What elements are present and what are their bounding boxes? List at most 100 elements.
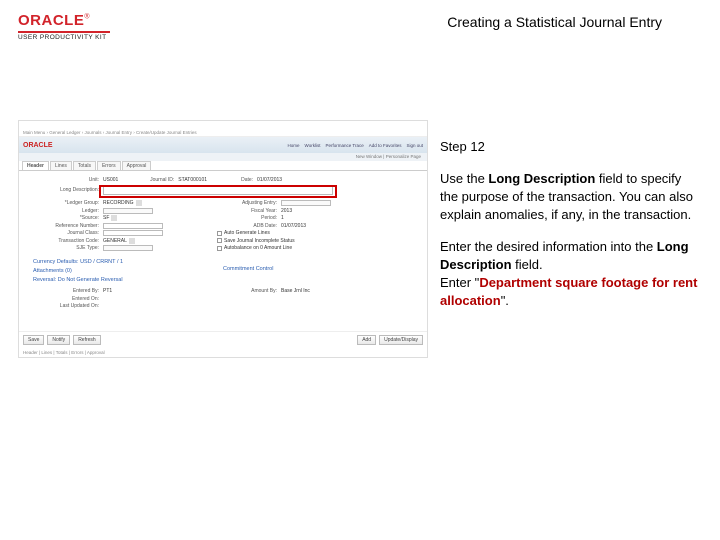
subbar: New Window | Personalize Page — [19, 153, 427, 161]
unit-value: US001 — [103, 177, 118, 183]
journal-id-label: Journal ID: — [118, 177, 178, 183]
page-title: Creating a Statistical Journal Entry — [447, 14, 662, 30]
form-columns: *Ledger Group:RECORDING Ledger: *Source:… — [27, 199, 419, 253]
ledger-group-label: *Ledger Group: — [27, 200, 103, 206]
app-logo: ORACLE — [23, 142, 53, 149]
entered-by-grid: Entered By:PT1 Entered On: Last Updated … — [27, 287, 419, 311]
period-label: Period: — [217, 215, 281, 221]
tabstrip: Header Lines Totals Errors Approval — [19, 161, 427, 171]
source-value: SF — [103, 215, 109, 221]
tcode-label: Transaction Code: — [27, 238, 103, 244]
journal-class-label: Journal Class: — [27, 230, 103, 236]
save-button[interactable]: Save — [23, 335, 44, 345]
tab-approval[interactable]: Approval — [122, 161, 152, 170]
last-updated-label: Last Updated On: — [27, 303, 103, 309]
ledger-group-value: RECORDING — [103, 200, 134, 206]
lookup-icon[interactable] — [111, 215, 117, 221]
instruction-panel: Step 12 Use the Long Description field t… — [440, 138, 702, 324]
source-label: *Source: — [27, 215, 103, 221]
autobalance-label: Autobalance on 0 Amount Line — [224, 245, 292, 251]
text: Enter the desired information into the — [440, 239, 657, 254]
notify-button[interactable]: Notify — [47, 335, 70, 345]
refno-label: Reference Number: — [27, 223, 103, 229]
autogen-checkbox[interactable] — [217, 231, 222, 236]
sje-type-dropdown[interactable] — [103, 245, 153, 251]
currency-defaults-link[interactable]: Currency Defaults: USD / CRRNT / 1 — [33, 259, 217, 265]
id-row: Unit: US001 Journal ID: STAT000101 Date:… — [27, 177, 419, 183]
brandbar-left: ORACLE — [23, 142, 53, 149]
entered-on-label: Entered On: — [27, 296, 103, 302]
breadcrumb: Main Menu › General Ledger › Journals › … — [19, 129, 427, 137]
nav-worklist[interactable]: Worklist — [305, 143, 321, 148]
tab-errors[interactable]: Errors — [97, 161, 121, 170]
form-col-a: *Ledger Group:RECORDING Ledger: *Source:… — [27, 199, 217, 253]
tcode-value: GENERAL — [103, 238, 127, 244]
oracle-logo: ORACLE® USER PRODUCTIVITY KIT — [18, 12, 118, 41]
form-col-b: Adjusting Entry: Fiscal Year:2013 Period… — [217, 199, 407, 253]
refno-field[interactable] — [103, 223, 163, 229]
lookup-icon[interactable] — [136, 200, 142, 206]
refresh-button[interactable]: Refresh — [73, 335, 101, 345]
save-incomplete-label: Save Journal Incomplete Status — [224, 238, 295, 244]
brandbar-right: Home Worklist Performance Trace Add to F… — [288, 143, 423, 148]
nav-perf-trace[interactable]: Performance Trace — [325, 143, 363, 148]
update-display-button[interactable]: Update/Display — [379, 335, 423, 345]
nav-home[interactable]: Home — [288, 143, 300, 148]
page-header: ORACLE® USER PRODUCTIVITY KIT Creating a… — [18, 12, 702, 40]
adb-date-value: 01/07/2013 — [281, 223, 306, 229]
window-chrome — [19, 121, 427, 129]
registered-icon: ® — [84, 14, 89, 21]
date-label: Date: — [207, 177, 257, 183]
text: field. — [512, 257, 543, 272]
date-value: 01/07/2013 — [257, 177, 282, 183]
nav-signout[interactable]: Sign out — [406, 143, 423, 148]
fiscal-year-label: Fiscal Year: — [217, 208, 281, 214]
nav-favorites[interactable]: Add to Favorites — [369, 143, 402, 148]
period-value: 1 — [281, 215, 284, 221]
adjusting-entry-label: Adjusting Entry: — [217, 200, 281, 206]
instruction-p1: Use the Long Description field to specif… — [440, 170, 702, 224]
tab-totals[interactable]: Totals — [73, 161, 96, 170]
adjusting-entry-dropdown[interactable] — [281, 200, 331, 206]
logo-underline — [18, 31, 110, 33]
action-bar: Save Notify Refresh Add Update/Display — [19, 331, 427, 348]
link-grid: Currency Defaults: USD / CRRNT / 1 Attac… — [27, 256, 419, 284]
ledger-label: Ledger: — [27, 208, 103, 214]
instruction-p2: Enter the desired information into the L… — [440, 238, 702, 310]
entered-by-label: Entered By: — [27, 288, 103, 294]
footer-links: Header | Lines | Totals | Errors | Appro… — [19, 348, 427, 357]
oracle-wordmark: ORACLE — [18, 12, 84, 29]
step-label: Step 12 — [440, 138, 702, 156]
fiscal-year-value: 2013 — [281, 208, 292, 214]
page: ORACLE® USER PRODUCTIVITY KIT Creating a… — [0, 0, 720, 540]
text: Use the — [440, 171, 488, 186]
commitment-control-link[interactable]: Commitment Control — [223, 266, 407, 272]
entered-by-value: PT1 — [103, 288, 112, 294]
journal-class-field[interactable] — [103, 230, 163, 236]
text: ". — [501, 293, 509, 308]
journal-id-value: STAT000101 — [178, 177, 207, 183]
field-name: Long Description — [488, 171, 595, 186]
long-description-label: Long Description: — [27, 187, 103, 193]
autobalance-checkbox[interactable] — [217, 246, 222, 251]
entry-value: Department square footage for rent alloc… — [440, 275, 697, 308]
sje-type-label: SJE Type: — [27, 245, 103, 251]
ledger-dropdown[interactable] — [103, 208, 153, 214]
autogen-label: Auto Generate Lines — [224, 230, 270, 236]
tab-header[interactable]: Header — [22, 161, 49, 170]
app-screenshot: Main Menu › General Ledger › Journals › … — [18, 120, 428, 358]
lookup-icon[interactable] — [129, 238, 135, 244]
adb-date-label: ADB Date: — [217, 223, 281, 229]
add-button[interactable]: Add — [357, 335, 376, 345]
amount-by-label: Amount By: — [217, 288, 281, 294]
tab-lines[interactable]: Lines — [50, 161, 72, 170]
app-brandbar: ORACLE Home Worklist Performance Trace A… — [19, 137, 427, 153]
upk-subtitle: USER PRODUCTIVITY KIT — [18, 34, 118, 41]
highlight-box — [99, 185, 337, 198]
text: Enter " — [440, 275, 479, 290]
screenshot-panel: Main Menu › General Ledger › Journals › … — [18, 120, 428, 358]
form-body: Unit: US001 Journal ID: STAT000101 Date:… — [19, 171, 427, 331]
reversal-link[interactable]: Reversal: Do Not Generate Reversal — [33, 277, 217, 283]
attachments-link[interactable]: Attachments (0) — [33, 268, 217, 274]
save-incomplete-checkbox[interactable] — [217, 238, 222, 243]
